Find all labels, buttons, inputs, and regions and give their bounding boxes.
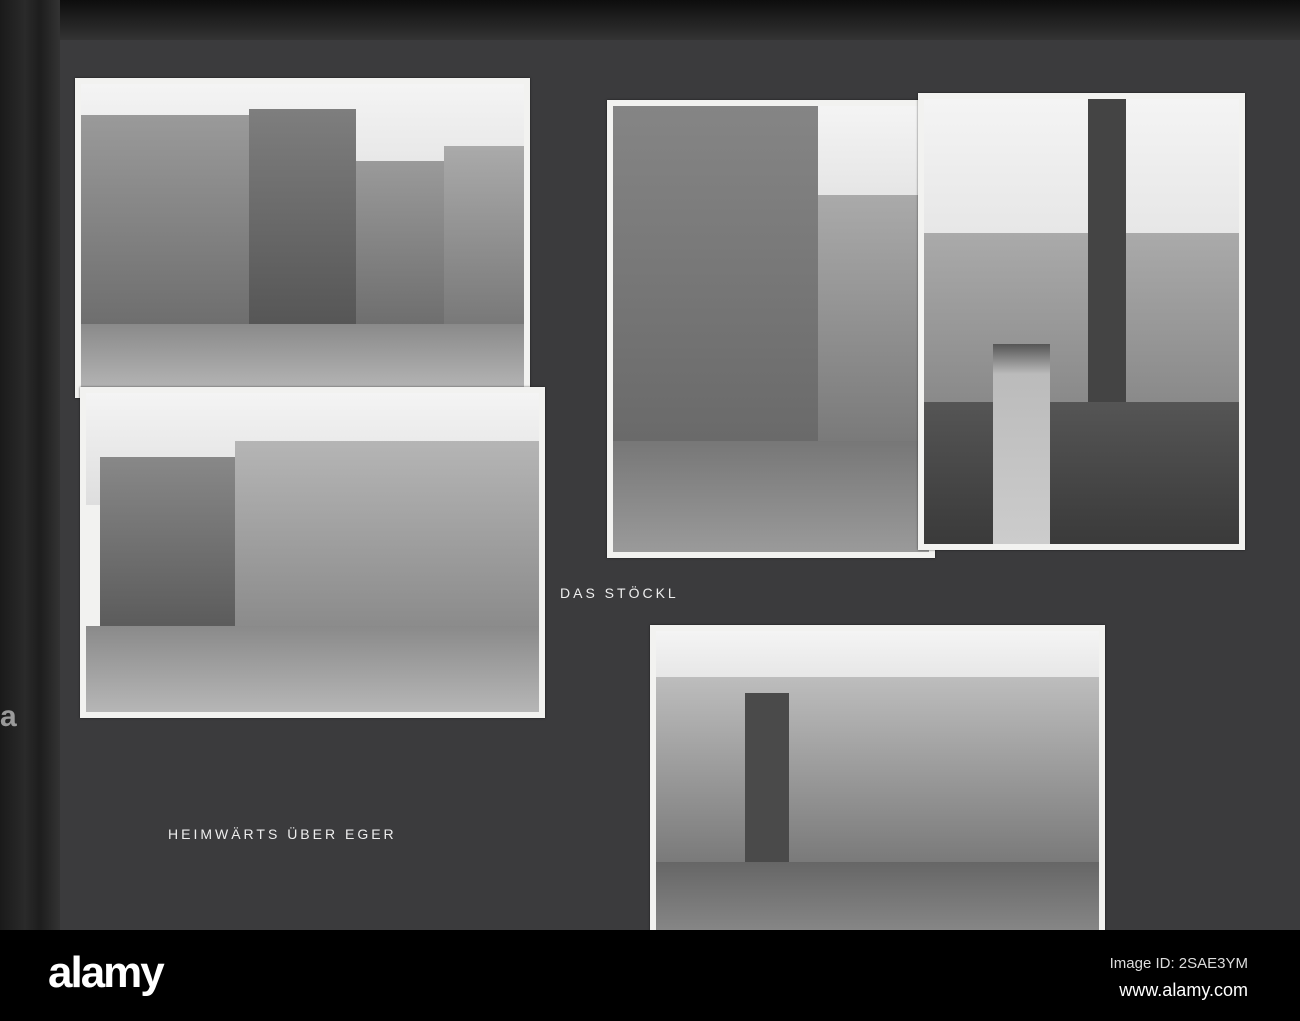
caption-das-stoeckl: DAS STÖCKL xyxy=(560,585,679,601)
watermark-mark: a xyxy=(0,700,17,733)
photo-town-square-wide xyxy=(80,387,545,718)
album-binding xyxy=(0,0,60,930)
photo-das-stoeckl-corner xyxy=(607,100,935,558)
caption-heimwaerts: HEIMWÄRTS ÜBER EGER xyxy=(168,826,397,842)
site-url: www.alamy.com xyxy=(1119,980,1248,1000)
photo-market-square-half-timbered xyxy=(75,78,530,398)
photo-woman-fountain-statue xyxy=(918,93,1245,550)
image-id: Image ID: 2SAE3YM xyxy=(1109,955,1248,972)
photo-roland-fountain-square xyxy=(650,625,1105,945)
alamy-logo: alamy xyxy=(48,948,165,997)
page-top-edge xyxy=(0,0,1300,40)
album-page: DAS STÖCKL HEIMWÄRTS ÜBER EGER a xyxy=(0,0,1300,945)
watermark-footer: alamy Image ID: 2SAE3YM www.alamy.com xyxy=(0,930,1300,1021)
